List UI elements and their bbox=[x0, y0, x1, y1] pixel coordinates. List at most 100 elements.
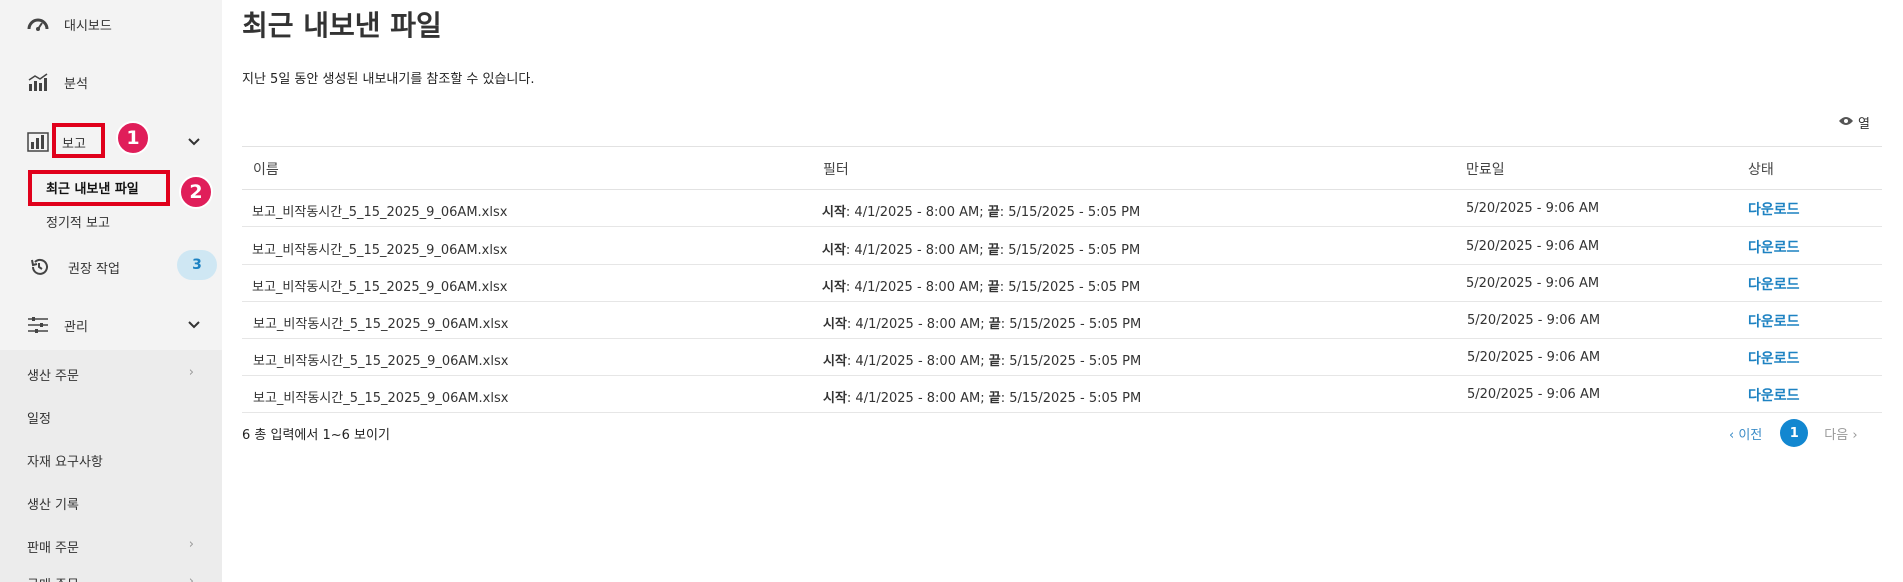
sidebar-item-production-orders[interactable]: 생산 주문 bbox=[27, 365, 79, 384]
history-icon bbox=[28, 256, 50, 278]
filter-end: : 5/15/2025 - 5:05 PM bbox=[1000, 354, 1142, 369]
filter-end-label: 끝 bbox=[987, 205, 1000, 220]
filter-start-label: 시작 bbox=[822, 280, 846, 295]
filter-cell: 시작: 4/1/2025 - 8:00 AM; 끝: 5/15/2025 - 5… bbox=[823, 313, 1141, 332]
filter-end-label: 끝 bbox=[988, 391, 1001, 406]
bar-chart-icon bbox=[27, 131, 49, 153]
table-row: 보고_비작동시간_5_15_2025_9_06AM.xlsx 시작: 4/1/2… bbox=[242, 189, 1882, 227]
count-badge: 3 bbox=[177, 250, 217, 280]
sidebar-item-label: 분석 bbox=[64, 76, 88, 92]
filter-cell: 시작: 4/1/2025 - 8:00 AM; 끝: 5/15/2025 - 5… bbox=[823, 350, 1141, 369]
annotation-highlight-box bbox=[52, 123, 105, 158]
speedometer-icon bbox=[27, 13, 49, 35]
filter-end: : 5/15/2025 - 5:05 PM bbox=[999, 243, 1141, 258]
prev-label: 이전 bbox=[1738, 427, 1763, 443]
sidebar-item-schedule[interactable]: 일정 bbox=[27, 408, 51, 427]
sidebar-item-production-log[interactable]: 생산 기록 bbox=[27, 494, 79, 513]
sidebar-item-label: 대시보드 bbox=[64, 18, 112, 34]
filter-end-label: 끝 bbox=[987, 243, 1000, 258]
analytics-chart-icon bbox=[27, 71, 49, 93]
sidebar-item-material-requirements[interactable]: 자재 요구사항 bbox=[27, 451, 103, 470]
file-name: 보고_비작동시간_5_15_2025_9_06AM.xlsx bbox=[252, 280, 508, 295]
table-row: 보고_비작동시간_5_15_2025_9_06AM.xlsx 시작: 4/1/2… bbox=[242, 264, 1882, 302]
filter-start: : 4/1/2025 - 8:00 AM; bbox=[845, 205, 988, 220]
page-title: 최근 내보낸 파일 bbox=[242, 9, 442, 42]
expires-cell: 5/20/2025 - 9:06 AM bbox=[1466, 276, 1600, 291]
filter-start: : 4/1/2025 - 8:00 AM; bbox=[846, 391, 989, 406]
sidebar-item-dashboard[interactable]: 대시보드 bbox=[0, 12, 222, 36]
download-link[interactable]: 다운로드 bbox=[1748, 237, 1800, 257]
filter-cell: 시작: 4/1/2025 - 8:00 AM; 끝: 5/15/2025 - 5… bbox=[822, 239, 1140, 258]
main-content: 최근 내보낸 파일 지난 5일 동안 생성된 내보내기를 참조할 수 있습니다.… bbox=[242, 0, 1903, 582]
sidebar-item-reports[interactable]: 보고 bbox=[0, 130, 222, 154]
filter-start-label: 시작 bbox=[823, 354, 847, 369]
filter-start-label: 시작 bbox=[823, 317, 847, 332]
filter-start-label: 시작 bbox=[823, 391, 847, 406]
chevron-right-icon: › bbox=[188, 537, 194, 552]
column-header-name[interactable]: 이름 bbox=[253, 159, 279, 179]
filter-end-label: 끝 bbox=[988, 317, 1001, 332]
filter-start: : 4/1/2025 - 8:00 AM; bbox=[845, 280, 988, 295]
filter-cell: 시작: 4/1/2025 - 8:00 AM; 끝: 5/15/2025 - 5… bbox=[822, 276, 1140, 295]
filter-start-label: 시작 bbox=[822, 205, 846, 220]
sidebar-item-analytics[interactable]: 분석 bbox=[0, 70, 222, 94]
expires-cell: 5/20/2025 - 9:06 AM bbox=[1467, 387, 1601, 402]
file-name: 보고_비작동시간_5_15_2025_9_06AM.xlsx bbox=[253, 391, 509, 406]
file-name: 보고_비작동시간_5_15_2025_9_06AM.xlsx bbox=[253, 317, 509, 332]
filter-end: : 5/15/2025 - 5:05 PM bbox=[999, 205, 1141, 220]
filter-cell: 시작: 4/1/2025 - 8:00 AM; 끝: 5/15/2025 - 5… bbox=[823, 387, 1141, 406]
expires-cell: 5/20/2025 - 9:06 AM bbox=[1467, 313, 1601, 328]
filter-end-label: 끝 bbox=[988, 354, 1001, 369]
download-link[interactable]: 다운로드 bbox=[1748, 385, 1800, 405]
file-name: 보고_비작동시간_5_15_2025_9_06AM.xlsx bbox=[253, 354, 509, 369]
sidebar-subitem-scheduled-reports[interactable]: 정기적 보고 bbox=[46, 212, 110, 231]
filter-start-label: 시작 bbox=[822, 243, 846, 258]
table-header: 이름 필터 만료일 상태 bbox=[242, 146, 1882, 190]
sidebar-item-label: 권장 작업 bbox=[68, 261, 120, 277]
download-link[interactable]: 다운로드 bbox=[1748, 311, 1800, 331]
sidebar-item-label: 관리 bbox=[64, 319, 88, 335]
sidebar: 대시보드 분석 보고 1 최근 내보낸 파일 2 정기적 보고 권장 작업 3 … bbox=[0, 0, 222, 582]
filter-start: : 4/1/2025 - 8:00 AM; bbox=[846, 317, 989, 332]
filter-end: : 5/15/2025 - 5:05 PM bbox=[999, 280, 1141, 295]
next-label: 다음 bbox=[1824, 427, 1849, 443]
sidebar-item-purchase-orders[interactable]: 구매 주문 bbox=[27, 574, 79, 582]
column-header-expires[interactable]: 만료일 bbox=[1466, 159, 1505, 179]
pagination-summary: 6 총 입력에서 1~6 보이기 bbox=[242, 428, 390, 443]
sidebar-item-sales-orders[interactable]: 판매 주문 bbox=[27, 537, 79, 556]
filter-end: : 5/15/2025 - 5:05 PM bbox=[1000, 391, 1142, 406]
chevron-down-icon[interactable] bbox=[188, 134, 200, 150]
column-header-filter[interactable]: 필터 bbox=[823, 159, 849, 179]
pagination: ‹ 이전 1 다음 › bbox=[1729, 419, 1858, 447]
filter-cell: 시작: 4/1/2025 - 8:00 AM; 끝: 5/15/2025 - 5… bbox=[822, 201, 1140, 220]
chevron-right-icon: › bbox=[188, 574, 194, 582]
annotation-highlight-box bbox=[28, 170, 170, 206]
download-link[interactable]: 다운로드 bbox=[1748, 274, 1800, 294]
download-link[interactable]: 다운로드 bbox=[1748, 348, 1800, 368]
table-row: 보고_비작동시간_5_15_2025_9_06AM.xlsx 시작: 4/1/2… bbox=[242, 301, 1882, 339]
columns-button[interactable]: 열 bbox=[1838, 113, 1870, 132]
file-name: 보고_비작동시간_5_15_2025_9_06AM.xlsx bbox=[252, 243, 508, 258]
sliders-icon bbox=[27, 314, 49, 336]
page-number-button[interactable]: 1 bbox=[1780, 419, 1809, 447]
table-row: 보고_비작동시간_5_15_2025_9_06AM.xlsx 시작: 4/1/2… bbox=[242, 338, 1882, 376]
page-subtitle: 지난 5일 동안 생성된 내보내기를 참조할 수 있습니다. bbox=[242, 72, 535, 87]
chevron-right-icon: › bbox=[188, 365, 194, 380]
filter-end-label: 끝 bbox=[987, 280, 1000, 295]
columns-label: 열 bbox=[1858, 117, 1870, 132]
step-badge-1: 1 bbox=[116, 121, 150, 155]
filter-end: : 5/15/2025 - 5:05 PM bbox=[1000, 317, 1142, 332]
table-row: 보고_비작동시간_5_15_2025_9_06AM.xlsx 시작: 4/1/2… bbox=[242, 227, 1882, 265]
filter-start: : 4/1/2025 - 8:00 AM; bbox=[845, 243, 988, 258]
download-link[interactable]: 다운로드 bbox=[1748, 199, 1800, 219]
next-page-button[interactable]: 다음 › bbox=[1824, 424, 1857, 443]
chevron-down-icon[interactable] bbox=[188, 317, 200, 333]
column-header-status[interactable]: 상태 bbox=[1748, 159, 1774, 179]
expires-cell: 5/20/2025 - 9:06 AM bbox=[1467, 350, 1601, 365]
expires-cell: 5/20/2025 - 9:06 AM bbox=[1466, 239, 1600, 254]
sidebar-item-manage[interactable]: 관리 bbox=[0, 313, 222, 337]
file-name: 보고_비작동시간_5_15_2025_9_06AM.xlsx bbox=[252, 205, 508, 220]
eye-icon bbox=[1838, 115, 1854, 130]
prev-page-button[interactable]: ‹ 이전 bbox=[1729, 424, 1762, 443]
filter-start: : 4/1/2025 - 8:00 AM; bbox=[846, 354, 989, 369]
